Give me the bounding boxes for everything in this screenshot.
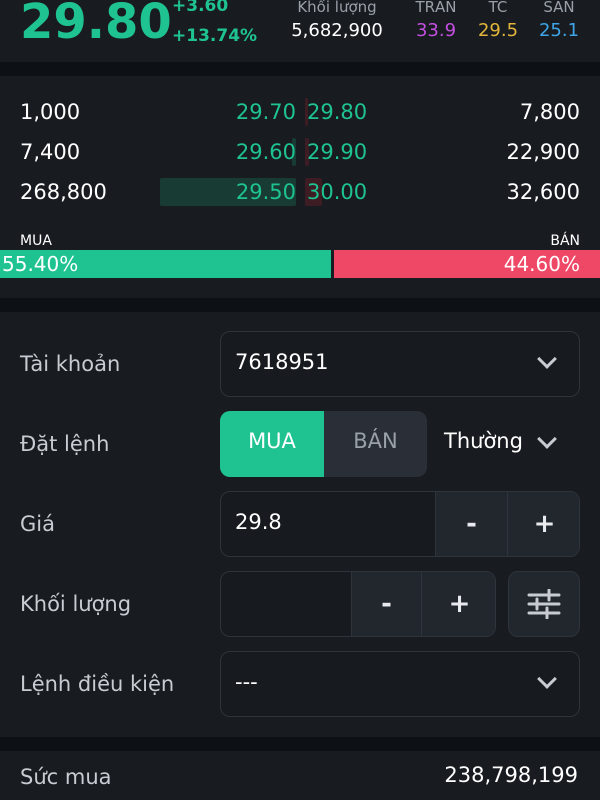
order-type-value: Thường (444, 429, 523, 453)
conditional-order-label: Lệnh điều kiện (20, 672, 175, 696)
account-value: 7618951 (235, 350, 329, 374)
conditional-order-select[interactable]: --- (220, 651, 580, 717)
sliders-icon (527, 589, 561, 619)
ceiling-value: 33.9 (415, 20, 457, 41)
quote-header: 29.80 +3.60 +13.74% Khối lượng 5,682,900… (0, 0, 600, 62)
reference-value: 29.5 (477, 20, 519, 41)
ask-volume: 22,900 (506, 140, 580, 164)
order-book-row[interactable]: 7,400 29.60 29.90 22,900 (0, 132, 600, 172)
quantity-input-group: - + (220, 571, 496, 637)
reference-label: TC (488, 0, 508, 16)
order-book-row[interactable]: 268,800 29.50 30.00 32,600 (0, 172, 600, 212)
quantity-label: Khối lượng (20, 592, 132, 616)
order-type-select[interactable]: Thường (436, 411, 576, 477)
chevron-down-icon (537, 429, 557, 449)
buy-ratio-value: 55.40% (2, 252, 79, 276)
sell-toggle-button[interactable]: BÁN (324, 411, 427, 477)
ask-volume: 7,800 (519, 100, 580, 124)
ask-price[interactable]: 29.90 (307, 140, 367, 164)
bid-volume: 1,000 (20, 100, 81, 124)
account-label: Tài khoản (20, 352, 121, 376)
quantity-increase-button[interactable]: + (421, 572, 495, 636)
ask-price[interactable]: 30.00 (307, 180, 367, 204)
price-input[interactable]: 29.8 (235, 510, 282, 534)
conditional-order-value: --- (235, 670, 258, 694)
chevron-down-icon (537, 669, 557, 689)
sell-ratio-value: 44.60% (503, 252, 580, 276)
ask-price[interactable]: 29.80 (307, 100, 367, 124)
quantity-decrease-button[interactable]: - (351, 572, 421, 636)
bid-price[interactable]: 29.70 (236, 100, 296, 124)
price-decrease-button[interactable]: - (435, 492, 507, 556)
account-select[interactable]: 7618951 (220, 331, 580, 397)
divider (0, 298, 600, 312)
bid-price[interactable]: 29.50 (236, 180, 296, 204)
bid-volume: 7,400 (20, 140, 81, 164)
order-form: Tài khoản 7618951 Đặt lệnh MUA BÁN Thườn… (0, 312, 600, 737)
ceiling-label: TRẦN (415, 0, 457, 16)
divider (0, 737, 600, 751)
price-increase-button[interactable]: + (507, 492, 579, 556)
ask-volume: 32,600 (506, 180, 580, 204)
price-label: Giá (20, 512, 55, 536)
floor-label: SÀN (543, 0, 575, 16)
buying-power-row: Sức mua 238,798,199 (0, 751, 600, 800)
buy-ratio-label: MUA (20, 233, 52, 249)
buy-ratio-bar: 55.40% (0, 250, 331, 278)
buy-toggle-button[interactable]: MUA (220, 411, 324, 477)
side-toggle: MUA BÁN (220, 411, 427, 477)
price-change: +3.60 (172, 0, 229, 16)
chevron-down-icon (537, 349, 557, 369)
sell-ratio-bar: 44.60% (334, 250, 600, 278)
last-price: 29.80 (20, 0, 172, 50)
buying-power-label: Sức mua (20, 765, 112, 789)
order-label: Đặt lệnh (20, 432, 110, 456)
price-input-group: 29.8 - + (220, 491, 580, 557)
volume-value: 5,682,900 (291, 20, 383, 41)
divider (0, 62, 600, 76)
sell-toggle-label: BÁN (353, 429, 398, 453)
buy-toggle-label: MUA (248, 429, 296, 453)
buying-power-value: 238,798,199 (444, 763, 578, 787)
quantity-options-button[interactable] (508, 571, 580, 637)
bid-price[interactable]: 29.60 (236, 140, 296, 164)
bid-volume: 268,800 (20, 180, 107, 204)
order-book: 1,000 29.70 29.80 7,800 7,400 29.60 29.9… (0, 76, 600, 298)
order-book-row[interactable]: 1,000 29.70 29.80 7,800 (0, 92, 600, 132)
sell-ratio-label: BÁN (550, 233, 580, 249)
price-change-percent: +13.74% (172, 26, 258, 46)
floor-value: 25.1 (538, 20, 580, 41)
volume-label: Khối lượng (297, 0, 377, 16)
